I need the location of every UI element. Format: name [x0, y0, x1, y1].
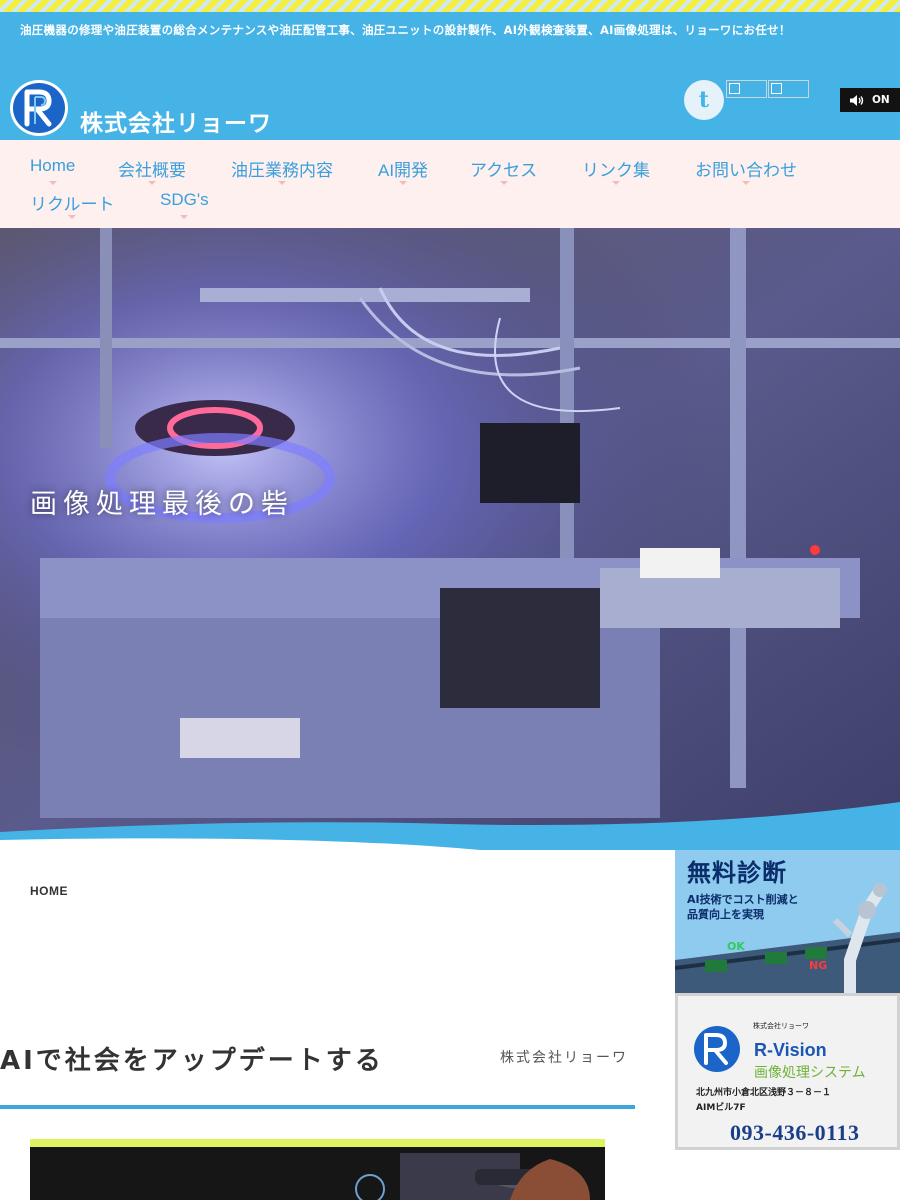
title-divider — [0, 1105, 635, 1109]
breadcrumb-home[interactable]: HOME — [30, 884, 68, 898]
feature-image[interactable] — [30, 1139, 605, 1200]
product-system: 画像処理システム — [754, 1065, 866, 1081]
hero-image: 画像処理最後の砦 — [0, 228, 900, 850]
caret-down-icon — [399, 181, 408, 185]
site-header: 油圧機器の修理や油圧装置の総合メンテナンスや油圧配管工事、油圧ユニットの設計製作… — [0, 12, 900, 140]
logo-r-mark — [24, 89, 52, 127]
caret-down-icon — [499, 181, 508, 185]
company-name[interactable]: 株式会社リョーワ — [80, 104, 272, 138]
caret-down-icon — [180, 215, 189, 219]
banner-company: 株式会社リョーワ — [753, 1022, 809, 1030]
caret-down-icon — [742, 181, 750, 185]
main-nav: Home 会社概要 油圧業務内容 AI開発 アクセス リンク集 お問い合わせ リ… — [0, 140, 900, 228]
nav-item-label: リンク集 — [582, 161, 650, 180]
nav-item-contact[interactable]: お問い合わせ — [695, 156, 797, 185]
nav-item-recruit[interactable]: リクルート — [30, 190, 115, 219]
nav-item-label: SDG's — [160, 190, 209, 209]
page-title: AIで社会をアップデートする — [0, 1046, 384, 1076]
r-vision-logo — [694, 1026, 740, 1072]
nav-item-company[interactable]: 会社概要 — [118, 156, 186, 185]
caret-down-icon — [148, 181, 156, 185]
nav-item-access[interactable]: アクセス — [470, 156, 538, 185]
nav-item-sdgs[interactable]: SDG's — [160, 190, 209, 219]
page-subtitle: 株式会社リョーワ — [500, 1050, 628, 1066]
company-logo[interactable] — [10, 80, 68, 136]
banner-address: AIMビル7F — [696, 1103, 746, 1113]
nav-item-label: お問い合わせ — [695, 161, 797, 180]
caret-down-icon — [68, 215, 77, 219]
nav-item-hydraulic[interactable]: 油圧業務内容 — [231, 156, 333, 185]
hero-machine-illustration — [0, 228, 900, 850]
product-name: R-Vision — [754, 1040, 827, 1060]
banner-line: AI技術でコスト削減と — [687, 893, 799, 906]
speaker-icon — [850, 95, 864, 106]
top-stripe — [0, 0, 900, 12]
banner-address: 北九州市小倉北区浅野３－８－１ — [696, 1088, 832, 1098]
r-vision-banner[interactable]: 株式会社リョーワ R-Vision 画像処理システム 北九州市小倉北区浅野３－８… — [675, 993, 900, 1150]
nav-item-ai[interactable]: AI開発 — [378, 156, 429, 185]
nav-item-label: 油圧業務内容 — [231, 161, 333, 180]
banner-title: 無料診断 — [687, 859, 787, 887]
ok-label: OK — [727, 940, 745, 953]
free-diagnosis-banner[interactable]: 無料診断 AI技術でコスト削減と 品質向上を実現 OK NG — [675, 850, 900, 993]
caret-down-icon — [612, 181, 620, 185]
nav-item-label: アクセス — [470, 161, 538, 180]
nav-item-label: 会社概要 — [118, 161, 186, 180]
social-image-icon[interactable] — [768, 80, 809, 98]
nav-item-label: AI開発 — [378, 161, 429, 180]
feature-image-art — [30, 1147, 605, 1200]
hero-caption: 画像処理最後の砦 — [30, 489, 294, 520]
caret-down-icon — [48, 181, 57, 185]
logo-r-mark — [704, 1033, 728, 1065]
nav-item-label: Home — [30, 156, 76, 175]
banner-line: 品質向上を実現 — [687, 908, 764, 921]
sound-toggle-button[interactable]: ON — [840, 88, 900, 112]
sound-toggle-label: ON — [872, 94, 890, 106]
banner-phone[interactable]: 093-436-0113 — [730, 1120, 859, 1146]
nav-item-links[interactable]: リンク集 — [582, 156, 650, 185]
ng-label: NG — [809, 959, 828, 972]
tumblr-icon[interactable]: t — [684, 80, 724, 120]
social-image-icon[interactable] — [726, 80, 767, 98]
header-tagline: 油圧機器の修理や油圧装置の総合メンテナンスや油圧配管工事、油圧ユニットの設計製作… — [20, 23, 791, 37]
caret-down-icon — [278, 181, 286, 185]
nav-item-home[interactable]: Home — [30, 156, 76, 185]
nav-item-label: リクルート — [30, 195, 115, 214]
